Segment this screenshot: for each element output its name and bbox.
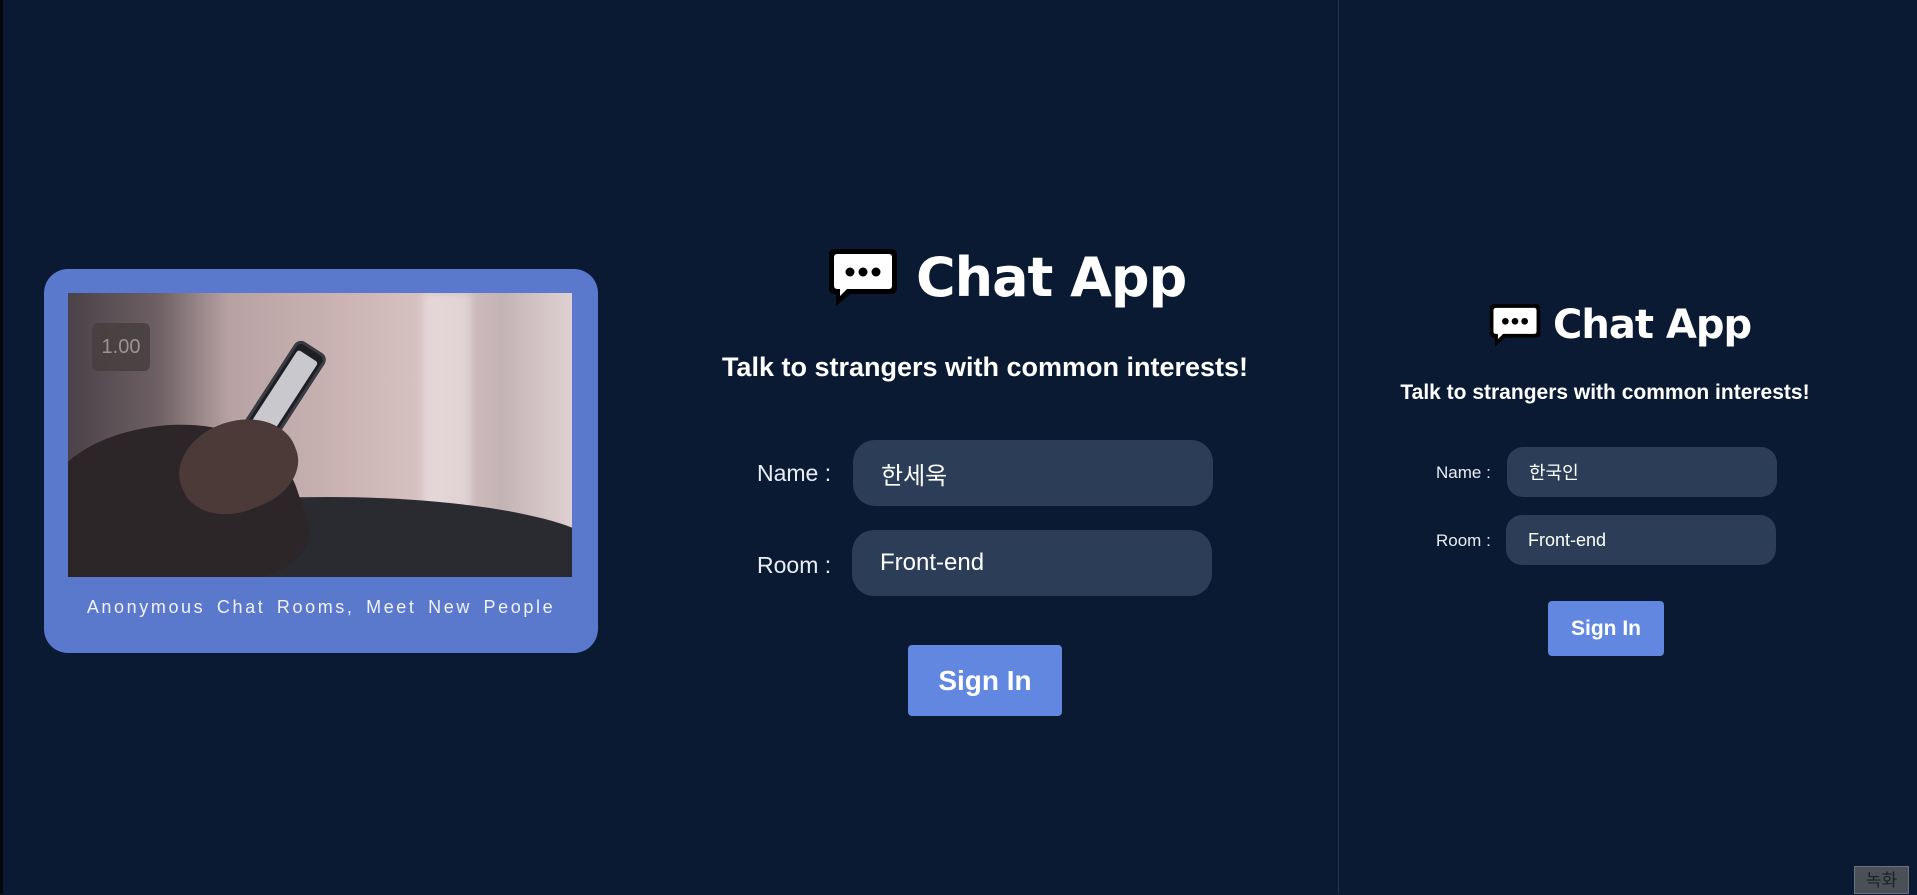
- name-input[interactable]: [1507, 447, 1777, 497]
- playback-speed-badge[interactable]: 1.00: [92, 323, 150, 371]
- tagline: Talk to strangers with common interests!: [1400, 381, 1810, 404]
- room-label: Room :: [1436, 531, 1491, 550]
- video-caption: Anonymous Chat Rooms, Meet New People: [86, 597, 556, 617]
- video-card: 1.00 Anonymous Chat Rooms, Meet New Peop…: [44, 269, 598, 653]
- chat-bubble-icon: [1489, 301, 1541, 349]
- app-title: Chat App: [1553, 302, 1752, 348]
- name-label: Name :: [757, 460, 832, 486]
- room-input[interactable]: [852, 530, 1212, 596]
- record-button[interactable]: 녹화: [1854, 866, 1909, 894]
- tagline: Talk to strangers with common interests!: [721, 352, 1249, 382]
- sign-in-button[interactable]: Sign In: [1548, 601, 1664, 656]
- app-title: Chat App: [916, 245, 1187, 309]
- side-title: Chat App: [1489, 298, 1752, 352]
- main-title: Chat App: [828, 242, 1187, 312]
- video-player[interactable]: 1.00: [68, 293, 572, 577]
- room-label: Room :: [757, 552, 832, 578]
- name-input[interactable]: [853, 440, 1213, 506]
- name-label: Name :: [1436, 463, 1491, 482]
- room-input[interactable]: [1506, 515, 1776, 565]
- sign-in-button[interactable]: Sign In: [908, 645, 1062, 716]
- chat-bubble-icon: [828, 245, 898, 309]
